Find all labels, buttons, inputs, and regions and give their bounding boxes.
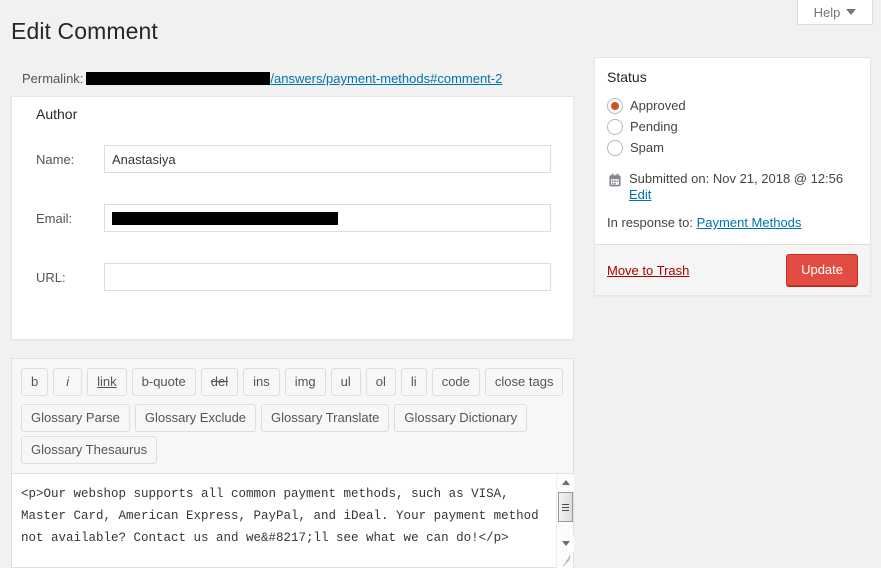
chevron-down-icon — [846, 9, 857, 15]
calendar-icon — [609, 173, 621, 187]
permalink-visible-url: /answers/payment-methods#comment-2 — [270, 71, 503, 86]
quicktag-button-ol[interactable]: ol — [365, 368, 396, 396]
author-email-input[interactable] — [104, 204, 551, 232]
submitted-on-prefix: Submitted on: — [629, 171, 710, 186]
status-metabox: Status Approved Pending Spam Submitted o… — [594, 57, 871, 296]
permalink-link[interactable]: /answers/payment-methods#comment-2 — [86, 70, 502, 86]
radio-spam[interactable] — [607, 140, 623, 156]
status-option-approved[interactable]: Approved — [607, 98, 858, 114]
radio-pending[interactable] — [607, 119, 623, 135]
scroll-up-arrow-icon[interactable] — [557, 474, 574, 491]
textarea-resize-handle[interactable] — [560, 554, 571, 567]
comment-textarea-wrap[interactable]: <p>Our webshop supports all common payme… — [12, 473, 574, 568]
author-name-row: Name: Anastasiya — [36, 145, 551, 173]
author-heading: Author — [36, 106, 78, 122]
submitted-on-date: Nov 21, 2018 @ 12:56 — [712, 171, 844, 186]
permalink-row: Permalink: /answers/payment-methods#comm… — [22, 70, 502, 86]
quicktag-button-b[interactable]: b — [21, 368, 49, 396]
status-approved-label: Approved — [630, 98, 686, 113]
quicktag-button-ul[interactable]: ul — [330, 368, 361, 396]
glossary-button-glossary-dictionary[interactable]: Glossary Dictionary — [394, 404, 528, 432]
help-tab-label: Help — [813, 4, 841, 20]
quicktag-button-ins[interactable]: ins — [243, 368, 280, 396]
author-name-value: Anastasiya — [112, 151, 176, 167]
author-email-row: Email: — [36, 204, 551, 232]
move-to-trash-link[interactable]: Move to Trash — [607, 263, 689, 278]
quicktag-button-i[interactable]: i — [53, 368, 83, 396]
in-response-to-row: In response to: Payment Methods — [607, 215, 858, 230]
author-name-input[interactable]: Anastasiya — [104, 145, 551, 173]
glossary-button-glossary-parse[interactable]: Glossary Parse — [21, 404, 130, 432]
in-response-prefix: In response to: — [607, 215, 693, 230]
permalink-label: Permalink: — [22, 71, 84, 86]
glossary-button-glossary-exclude[interactable]: Glossary Exclude — [134, 404, 257, 432]
author-email-label: Email: — [36, 210, 73, 226]
author-url-label: URL: — [36, 269, 66, 285]
status-pending-label: Pending — [630, 119, 678, 134]
scroll-down-arrow-icon[interactable] — [557, 535, 574, 552]
author-url-row: URL: — [36, 263, 551, 291]
help-tab[interactable]: Help — [797, 0, 873, 25]
author-url-input[interactable] — [104, 263, 551, 291]
page-title: Edit Comment — [11, 18, 158, 44]
submitted-on-row: Submitted on: Nov 21, 2018 @ 12:56 Edit — [607, 171, 858, 202]
quicktag-button-code[interactable]: code — [431, 368, 480, 396]
glossary-button-glossary-translate[interactable]: Glossary Translate — [261, 404, 390, 432]
quicktags-toolbar: b i link b-quote del ins img ul ol li code close ta… — [12, 368, 573, 466]
comment-textarea-content: <p>Our webshop supports all common payme… — [21, 487, 547, 545]
status-footer: Move to Trash Update — [595, 244, 870, 295]
quicktag-button-link[interactable]: link — [87, 368, 127, 396]
scrollbar-thumb[interactable] — [558, 492, 573, 522]
quicktag-button-close-tags[interactable]: close tags — [484, 368, 564, 396]
in-response-post-link[interactable]: Payment Methods — [697, 215, 802, 230]
status-body: Approved Pending Spam Submitted on: Nov … — [595, 85, 870, 244]
radio-approved[interactable] — [607, 98, 623, 114]
update-button[interactable]: Update — [786, 254, 858, 286]
edit-date-link[interactable]: Edit — [629, 187, 843, 202]
comment-editor-panel: b i link b-quote del ins img ul ol li code close ta… — [11, 358, 574, 568]
status-option-pending[interactable]: Pending — [607, 119, 858, 135]
glossary-button-glossary-thesaurus[interactable]: Glossary Thesaurus — [21, 436, 158, 464]
redacted-email — [112, 211, 338, 225]
author-metabox: Author Name: Anastasiya Email: URL: — [11, 96, 574, 340]
author-name-label: Name: — [36, 151, 75, 167]
quicktag-button-del[interactable]: del — [200, 368, 239, 396]
quicktag-button-img[interactable]: img — [284, 368, 326, 396]
status-option-spam[interactable]: Spam — [607, 140, 858, 156]
status-spam-label: Spam — [630, 140, 664, 155]
status-heading: Status — [607, 69, 647, 85]
quicktag-button-li[interactable]: li — [400, 368, 427, 396]
quicktag-button-b-quote[interactable]: b-quote — [131, 368, 196, 396]
redacted-domain — [86, 72, 271, 85]
